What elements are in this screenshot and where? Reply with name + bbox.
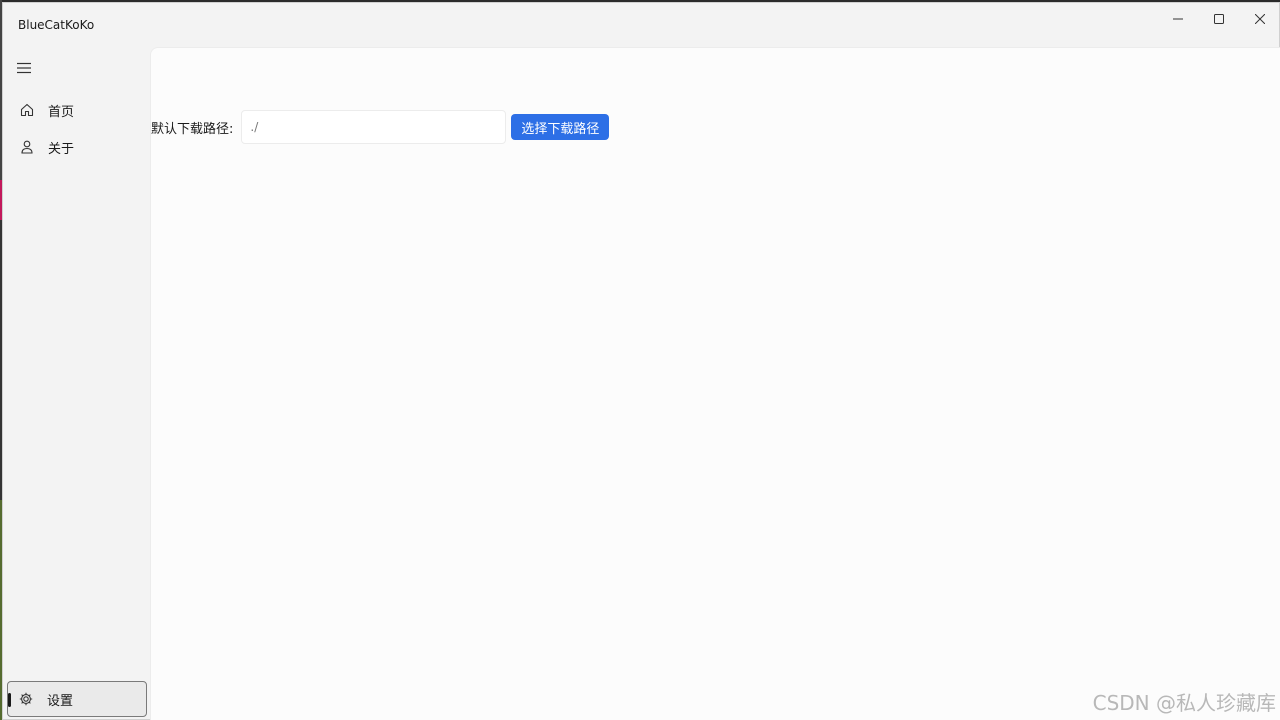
sidebar-item-label: 首页 <box>48 104 75 120</box>
person-icon <box>19 139 35 155</box>
minimize-button[interactable] <box>1156 3 1200 35</box>
sidebar-item-label: 设置 <box>47 693 74 709</box>
download-path-input[interactable] <box>241 110 507 144</box>
settings-page: 默认下载路径: 选择下载路径 <box>150 47 1280 720</box>
minimize-icon <box>1173 18 1183 20</box>
sidebar-item-about[interactable]: 关于 <box>9 130 147 164</box>
watermark: CSDN @私人珍藏库 <box>1092 691 1276 715</box>
maximize-button[interactable] <box>1197 3 1241 35</box>
choose-path-button[interactable]: 选择下载路径 <box>511 114 610 140</box>
sidebar-item-home[interactable]: 首页 <box>9 93 147 127</box>
menu-toggle-button[interactable] <box>9 55 39 81</box>
title-bar[interactable]: BlueCatKoKo <box>3 3 1279 47</box>
sidebar: 首页 关于 设置 <box>3 47 149 719</box>
gear-icon <box>18 691 34 707</box>
sidebar-item-settings[interactable]: 设置 <box>7 681 147 717</box>
sidebar-item-label: 关于 <box>48 141 75 157</box>
hamburger-icon <box>17 62 31 74</box>
download-path-label: 默认下载路径: <box>151 121 234 137</box>
download-path-row: 默认下载路径: 选择下载路径 <box>151 110 610 144</box>
maximize-icon <box>1214 14 1224 24</box>
close-icon <box>1255 14 1265 24</box>
app-title: BlueCatKoKo <box>18 18 95 32</box>
home-icon <box>19 102 35 118</box>
close-button[interactable] <box>1238 3 1280 35</box>
app-window: BlueCatKoKo 首页 关于 设置 默认下载路径: ./ 选择下载路径 <box>2 2 1280 720</box>
